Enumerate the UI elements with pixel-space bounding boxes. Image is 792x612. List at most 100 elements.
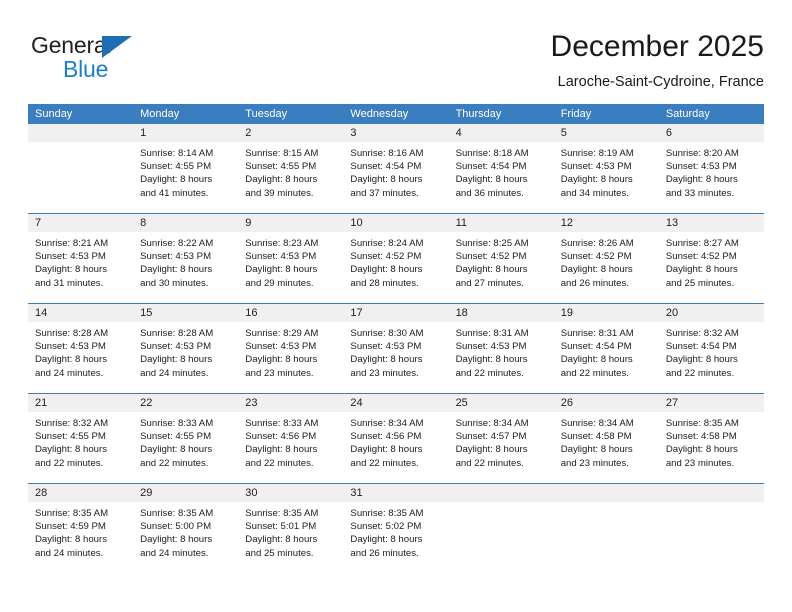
day-info-line: and 33 minutes. <box>665 187 735 199</box>
day-cell[interactable]: Sunrise: 8:14 AM Sunset: 4:55 PM Daylight:… <box>133 142 238 213</box>
day-cell[interactable]: Sunrise: 8:21 AM Sunset: 4:53 PM Daylight:… <box>28 232 133 303</box>
day-number[interactable]: 9 <box>238 214 343 232</box>
day-info-line: Sunset: 4:54 PM <box>350 161 422 173</box>
day-info-line: Sunrise: 8:32 AM <box>35 418 109 429</box>
day-number[interactable]: 26 <box>554 394 659 412</box>
day-number-band: 123456 <box>28 124 764 142</box>
day-info-line: Sunrise: 8:28 AM <box>35 328 109 339</box>
day-cell[interactable]: Sunrise: 8:34 AM Sunset: 4:57 PM Daylight:… <box>449 412 554 483</box>
day-info-line: Daylight: 8 hours <box>455 264 528 276</box>
day-info-line: Sunset: 4:53 PM <box>245 341 317 353</box>
day-info-line: Sunrise: 8:25 AM <box>455 238 529 249</box>
day-number-band: 28 29 30 31 <box>28 484 764 502</box>
day-info-line: Daylight: 8 hours <box>350 534 423 546</box>
day-info-line: Daylight: 8 hours <box>35 354 107 366</box>
day-cell[interactable]: Sunrise: 8:20 AM Sunset: 4:53 PM Daylight:… <box>659 142 764 213</box>
day-cell[interactable]: Sunrise: 8:19 AM Sunset: 4:53 PM Daylight:… <box>554 142 659 213</box>
day-cell[interactable]: Sunrise: 8:35 AM Sunset: 5:01 PM Daylight:… <box>238 502 343 573</box>
day-number[interactable]: 24 <box>343 394 448 412</box>
day-cell[interactable]: Sunrise: 8:31 AM Sunset: 4:53 PM Daylight:… <box>449 322 554 393</box>
day-info-line: Sunrise: 8:35 AM <box>140 508 214 519</box>
day-info-line: Daylight: 8 hours <box>140 354 213 366</box>
day-number[interactable]: 27 <box>659 394 764 412</box>
day-cell[interactable]: Sunrise: 8:29 AM Sunset: 4:53 PM Daylight:… <box>238 322 343 393</box>
day-info-line: Sunset: 4:58 PM <box>560 431 632 443</box>
day-cell[interactable]: Sunrise: 8:23 AM Sunset: 4:53 PM Daylight:… <box>238 232 343 303</box>
day-cell[interactable]: Sunrise: 8:35 AM Sunset: 4:58 PM Daylight:… <box>659 412 764 483</box>
day-number[interactable]: 3 <box>343 124 448 142</box>
day-number[interactable]: 21 <box>28 394 133 412</box>
day-number[interactable]: 5 <box>554 124 659 142</box>
calendar-grid: Sunday Monday Tuesday Wednesday Thursday Frid… <box>28 104 764 573</box>
day-cell[interactable]: Sunrise: 8:27 AM Sunset: 4:52 PM Daylight:… <box>659 232 764 303</box>
day-number[interactable]: 19 <box>554 304 659 322</box>
day-number[interactable]: 2 <box>238 124 343 142</box>
day-cell[interactable]: Sunrise: 8:30 AM Sunset: 4:53 PM Daylight:… <box>343 322 448 393</box>
day-info-line: and 23 minutes. <box>665 457 735 469</box>
day-cell[interactable]: Sunrise: 8:34 AM Sunset: 4:58 PM Daylight:… <box>554 412 659 483</box>
day-info-band: Sunrise: 8:14 AM Sunset: 4:55 PM Daylight:… <box>28 142 764 213</box>
calendar-week-row: 21 22 23 24 25 26 27 Sunrise: 8:32 AM Sunset: 4:… <box>28 393 764 483</box>
day-info-line: Daylight: 8 hours <box>665 264 738 276</box>
day-number[interactable]: 15 <box>133 304 238 322</box>
day-info-line: Sunrise: 8:34 AM <box>560 418 634 429</box>
day-number[interactable]: 20 <box>659 304 764 322</box>
day-info-line: Sunset: 4:53 PM <box>35 251 106 263</box>
day-info-line: and 22 minutes. <box>350 457 419 469</box>
day-number[interactable]: 23 <box>238 394 343 412</box>
day-number[interactable]: 1 <box>133 124 238 142</box>
day-cell[interactable]: Sunrise: 8:18 AM Sunset: 4:54 PM Daylight:… <box>449 142 554 213</box>
day-info-line: Sunrise: 8:31 AM <box>560 328 634 339</box>
day-cell[interactable]: Sunrise: 8:34 AM Sunset: 4:56 PM Daylight:… <box>343 412 448 483</box>
day-number[interactable]: 17 <box>343 304 448 322</box>
day-cell[interactable]: Sunrise: 8:28 AM Sunset: 4:53 PM Daylight:… <box>133 322 238 393</box>
day-info-line: Sunrise: 8:31 AM <box>455 328 529 339</box>
day-info-line: Sunrise: 8:35 AM <box>350 508 424 519</box>
day-number[interactable]: 16 <box>238 304 343 322</box>
day-cell[interactable]: Sunrise: 8:25 AM Sunset: 4:52 PM Daylight:… <box>449 232 554 303</box>
day-number[interactable]: 12 <box>554 214 659 232</box>
day-cell[interactable]: Sunrise: 8:33 AM Sunset: 4:56 PM Daylight:… <box>238 412 343 483</box>
day-number[interactable]: 28 <box>28 484 133 502</box>
day-cell[interactable]: Sunrise: 8:15 AM Sunset: 4:55 PM Daylight:… <box>238 142 343 213</box>
day-cell[interactable]: Sunrise: 8:33 AM Sunset: 4:55 PM Daylight:… <box>133 412 238 483</box>
day-info-line: Sunrise: 8:34 AM <box>350 418 424 429</box>
day-info-line: Sunset: 4:54 PM <box>455 161 527 173</box>
day-number[interactable]: 30 <box>238 484 343 502</box>
day-cell[interactable]: Sunrise: 8:35 AM Sunset: 4:59 PM Daylight:… <box>28 502 133 573</box>
day-number[interactable]: 8 <box>133 214 238 232</box>
day-info-line: Sunrise: 8:29 AM <box>245 328 319 339</box>
day-info-line: and 26 minutes. <box>350 547 419 559</box>
day-cell[interactable]: Sunrise: 8:32 AM Sunset: 4:54 PM Daylight:… <box>659 322 764 393</box>
day-cell[interactable]: Sunrise: 8:22 AM Sunset: 4:53 PM Daylight:… <box>133 232 238 303</box>
day-cell[interactable]: Sunrise: 8:35 AM Sunset: 5:00 PM Daylight:… <box>133 502 238 573</box>
day-info-line: and 22 minutes. <box>245 457 314 469</box>
day-number[interactable]: 18 <box>449 304 554 322</box>
day-cell[interactable]: Sunrise: 8:26 AM Sunset: 4:52 PM Daylight:… <box>554 232 659 303</box>
day-number[interactable]: 14 <box>28 304 133 322</box>
day-number-band: 14 15 16 17 18 19 20 <box>28 304 764 322</box>
day-cell-empty <box>659 502 764 573</box>
day-info-line: Daylight: 8 hours <box>665 354 738 366</box>
day-info-line: and 34 minutes. <box>560 187 629 199</box>
day-number[interactable]: 29 <box>133 484 238 502</box>
day-cell[interactable]: Sunrise: 8:16 AM Sunset: 4:54 PM Daylight:… <box>343 142 448 213</box>
day-number[interactable]: 4 <box>449 124 554 142</box>
day-info-line: and 41 minutes. <box>140 187 209 199</box>
day-number[interactable]: 10 <box>343 214 448 232</box>
day-number[interactable]: 31 <box>343 484 448 502</box>
day-number[interactable]: 6 <box>659 124 764 142</box>
day-info-line: Sunrise: 8:26 AM <box>560 238 634 249</box>
day-info-line: Sunrise: 8:28 AM <box>140 328 214 339</box>
day-cell[interactable]: Sunrise: 8:31 AM Sunset: 4:54 PM Daylight:… <box>554 322 659 393</box>
day-number[interactable]: 11 <box>449 214 554 232</box>
day-cell[interactable]: Sunrise: 8:32 AM Sunset: 4:55 PM Daylight:… <box>28 412 133 483</box>
day-cell[interactable]: Sunrise: 8:24 AM Sunset: 4:52 PM Daylight:… <box>343 232 448 303</box>
day-number[interactable]: 22 <box>133 394 238 412</box>
day-number[interactable]: 13 <box>659 214 764 232</box>
day-info-line: Daylight: 8 hours <box>350 444 423 456</box>
day-cell[interactable]: Sunrise: 8:35 AM Sunset: 5:02 PM Daylight:… <box>343 502 448 573</box>
day-number[interactable]: 25 <box>449 394 554 412</box>
day-cell[interactable]: Sunrise: 8:28 AM Sunset: 4:53 PM Daylight:… <box>28 322 133 393</box>
day-number[interactable]: 7 <box>28 214 133 232</box>
